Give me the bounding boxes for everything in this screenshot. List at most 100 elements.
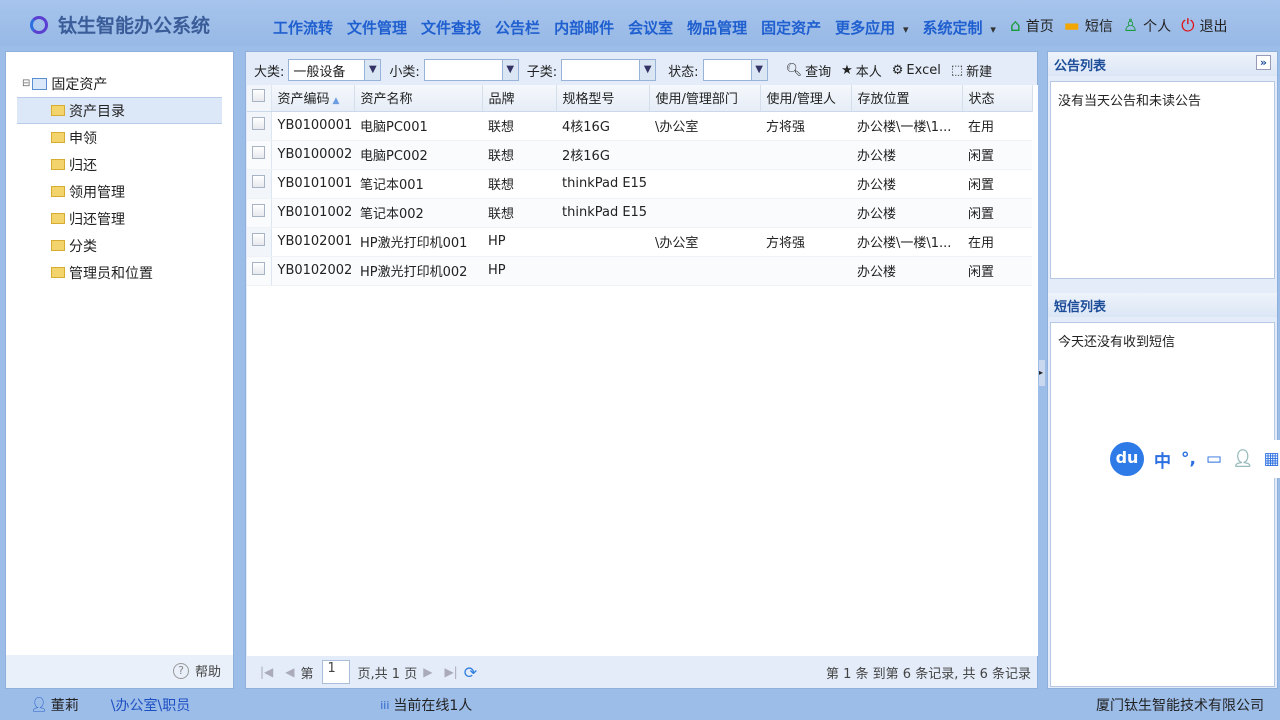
chevron-down-icon[interactable]: ▼ [501, 60, 518, 80]
tree-item[interactable]: 归还 [6, 151, 233, 178]
select-all-checkbox[interactable] [247, 85, 272, 112]
column-header[interactable]: 品牌 [482, 85, 557, 112]
new-label: 新建 [966, 64, 993, 80]
status-label: 状态: [668, 64, 699, 80]
nav-item[interactable]: 公告栏 [495, 17, 540, 38]
row-checkbox[interactable] [247, 256, 272, 286]
record-summary: 第 1 条 到第 6 条记录, 共 6 条记录 [825, 666, 1031, 682]
row-checkbox[interactable] [247, 111, 272, 141]
power-icon: ⏻ [1181, 16, 1195, 36]
new-button[interactable]: ⬚ 新建 [951, 61, 992, 80]
top-link-label: 短信 [1084, 19, 1113, 35]
table-cell: YB0101001 [271, 169, 354, 199]
nav-item[interactable]: 固定资产 [761, 17, 821, 38]
app-logo: 钛生智能办公系统 [30, 11, 210, 38]
tree-item[interactable]: 归还管理 [6, 205, 233, 232]
home-icon: ⌂ [1010, 16, 1021, 36]
subcategory-label: 小类: [389, 64, 420, 80]
table-cell: 在用 [962, 111, 1032, 141]
chevron-down-icon[interactable]: ▼ [750, 60, 767, 80]
mine-button[interactable]: ★ 本人 [841, 61, 882, 80]
collapse-icon[interactable]: » [1255, 55, 1271, 70]
notice-title: 公告列表 [1054, 59, 1107, 74]
prev-page-icon[interactable]: ◀ [285, 665, 294, 679]
table-row[interactable]: YB0102001 HP激光打印机001 HP \办公室 方将强 办公楼\一楼\1... 在… [247, 227, 1032, 257]
column-header[interactable]: 使用/管理人 [760, 85, 852, 112]
nav-item[interactable]: 更多应用 [835, 17, 908, 38]
ime-logo[interactable]: du [1110, 442, 1144, 476]
top-link-1[interactable]: ▬ 短信 [1064, 16, 1113, 36]
column-header[interactable]: 存放位置 [851, 85, 963, 112]
nav-item[interactable]: 系统定制 [923, 17, 996, 38]
tree-item[interactable]: 分类 [6, 232, 233, 259]
ime-punct-toggle[interactable]: °, [1181, 449, 1196, 469]
nav-item[interactable]: 物品管理 [687, 17, 747, 38]
row-checkbox[interactable] [247, 140, 272, 170]
table-cell: thinkPad E15 [556, 169, 649, 199]
row-checkbox[interactable] [247, 169, 272, 199]
table-cell: 闲置 [962, 256, 1032, 286]
column-header[interactable]: 使用/管理部门 [649, 85, 761, 112]
next-page-icon[interactable]: ▶ [423, 665, 432, 679]
nav-item[interactable]: 内部邮件 [554, 17, 614, 38]
nav-item[interactable]: 文件管理 [347, 17, 407, 38]
query-label: 查询 [805, 64, 832, 80]
table-cell [760, 256, 851, 286]
chevron-down-icon[interactable]: ▼ [364, 60, 381, 80]
table-row[interactable]: YB0102002 HP激光打印机002 HP 办公楼 闲置 [247, 256, 1032, 286]
nav-item[interactable]: 会议室 [628, 17, 673, 38]
tree-item[interactable]: 管理员和位置 [6, 259, 233, 286]
ime-lang-toggle[interactable]: 中 [1154, 447, 1171, 472]
ime-skin-icon[interactable]: ▭ [1206, 449, 1222, 469]
table-cell: YB0102001 [271, 227, 354, 257]
column-header[interactable]: 规格型号 [556, 85, 650, 112]
last-page-icon[interactable]: ▶| [444, 665, 457, 679]
collapse-icon[interactable]: ⊟ [22, 78, 30, 89]
column-header[interactable]: 资产编码 ▲ [271, 85, 355, 112]
nav-item[interactable]: 工作流转 [273, 17, 333, 38]
category-select[interactable]: 一般设备 ▼ [288, 59, 382, 81]
table-row[interactable]: YB0100002 电脑PC002 联想 2核16G 办公楼 闲置 [247, 140, 1032, 170]
page-input[interactable]: 1 [321, 660, 350, 684]
ime-user-icon[interactable]: 👤︎ [1232, 449, 1254, 469]
top-link-label: 退出 [1199, 19, 1228, 35]
column-header[interactable]: 资产名称 [354, 85, 483, 112]
tree-item-label: 申领 [69, 130, 97, 147]
query-button[interactable]: 🔍︎ 查询 [786, 61, 832, 80]
first-page-icon[interactable]: |◀ [260, 665, 273, 679]
current-dept[interactable]: \办公室\职员 [111, 695, 190, 715]
tree-item-label: 分类 [69, 238, 97, 255]
help-button[interactable]: ? 帮助 [172, 661, 221, 680]
row-checkbox[interactable] [247, 198, 272, 228]
tree-item[interactable]: 领用管理 [6, 178, 233, 205]
top-link-2[interactable]: ♙ 个人 [1123, 16, 1171, 36]
top-link-3[interactable]: ⏻ 退出 [1181, 16, 1227, 36]
subcategory-select[interactable]: ▼ [423, 59, 519, 81]
top-link-0[interactable]: ⌂ 首页 [1010, 16, 1054, 36]
table-cell: 笔记本001 [354, 169, 482, 199]
tree-item[interactable]: 资产目录 [17, 97, 222, 124]
column-header[interactable]: 状态 [962, 85, 1033, 112]
chevron-down-icon[interactable]: ▼ [639, 60, 656, 80]
company-name: 厦门钛生智能技术有限公司 [1096, 698, 1264, 714]
child-category-select[interactable]: ▼ [561, 59, 657, 81]
status-select[interactable]: ▼ [702, 59, 768, 81]
ime-toolbar[interactable]: du 中 °, ▭ 👤︎ ▦ [1108, 440, 1280, 478]
tree-root[interactable]: ⊟ 固定资产 [6, 70, 233, 97]
header: 钛生智能办公系统 工作流转 文件管理 文件查找 公告栏 内部邮件 会议室 物品管理 固定资产更… [0, 0, 1280, 46]
table-row[interactable]: YB0101001 笔记本001 联想 thinkPad E15 办公楼 闲置 [247, 169, 1032, 199]
excel-button[interactable]: ⚙ Excel [892, 63, 941, 78]
tree-item[interactable]: 申领 [6, 124, 233, 151]
row-checkbox[interactable] [247, 227, 272, 257]
refresh-icon[interactable]: ⟳ [464, 663, 477, 682]
table-cell: HP [482, 227, 556, 257]
collapse-right-handle[interactable]: ▸ [1039, 360, 1045, 386]
asset-tree: ⊟ 固定资产 资产目录申领归还 领用管理 归还管理分类管理员和位置 [6, 52, 233, 655]
table-row[interactable]: YB0100001 电脑PC001 联想 4核16G \办公室 方将强 办公楼\一楼\1..… [247, 111, 1032, 141]
table-row[interactable]: YB0101002 笔记本002 联想 thinkPad E15 办公楼 闲置 [247, 198, 1032, 228]
table-cell: 办公楼 [851, 256, 962, 286]
online-count[interactable]: 当前在线1人 [393, 695, 472, 715]
nav-item[interactable]: 文件查找 [421, 17, 481, 38]
ime-grid-icon[interactable]: ▦ [1264, 449, 1280, 469]
current-user: 董莉 [50, 698, 79, 714]
